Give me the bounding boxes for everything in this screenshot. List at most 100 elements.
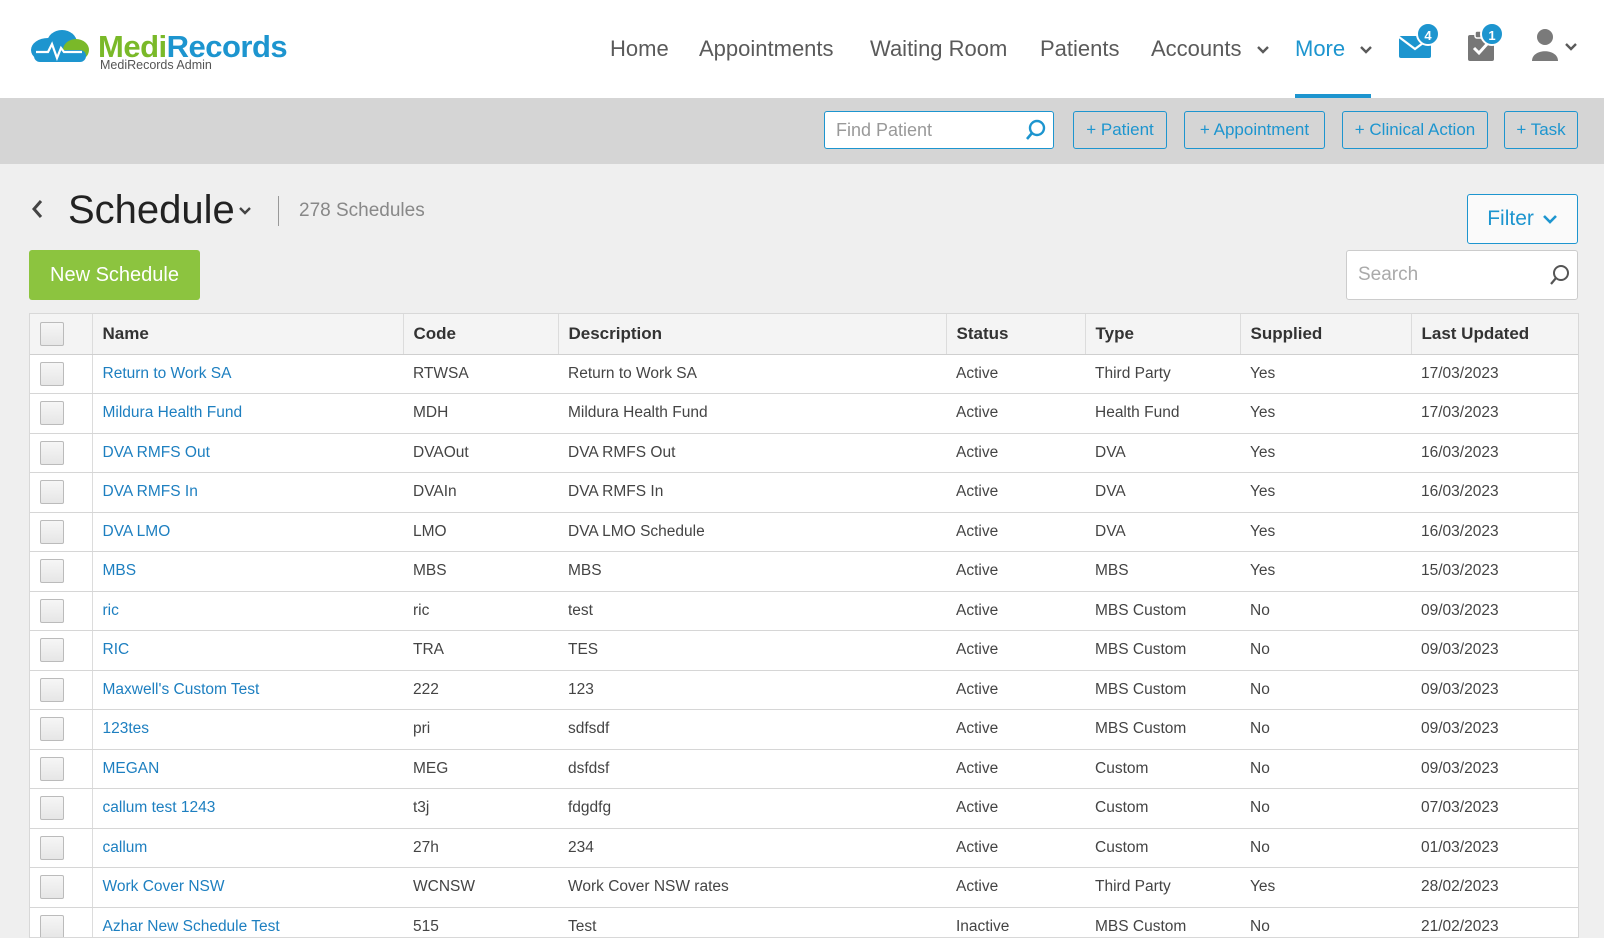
table-row[interactable]: Work Cover NSW WCNSW Work Cover NSW rates A…	[30, 867, 1578, 908]
cell-name[interactable]: Work Cover NSW	[92, 867, 403, 908]
cell-description: dsfdsf	[558, 749, 946, 789]
cell-status: Active	[946, 828, 1085, 868]
cell-name[interactable]: DVA RMFS Out	[92, 433, 403, 473]
filter-button[interactable]: Filter	[1467, 194, 1578, 244]
find-patient-input[interactable]	[825, 112, 1015, 148]
cell-type: Custom	[1085, 749, 1240, 789]
cell-name[interactable]: ric	[92, 591, 403, 631]
cell-name[interactable]: callum test 1243	[92, 788, 403, 829]
cell-supplied: Yes	[1240, 393, 1411, 434]
back-chevron-icon[interactable]	[30, 198, 44, 220]
row-checkbox[interactable]	[40, 717, 64, 742]
find-patient-box	[824, 111, 1054, 149]
cell-name[interactable]: RIC	[92, 630, 403, 671]
cell-name[interactable]: DVA RMFS In	[92, 472, 403, 513]
cell-status: Active	[946, 591, 1085, 631]
row-checkbox[interactable]	[40, 756, 64, 781]
table-row[interactable]: Maxwell's Custom Test 222 123 Active MBS Cus…	[30, 670, 1578, 710]
cell-code: TRA	[403, 630, 558, 671]
tasks-button[interactable]: 1	[1466, 22, 1504, 62]
table-row[interactable]: MEGAN MEG dsfdsf Active Custom No 09/03/2023	[30, 749, 1578, 789]
table-row[interactable]: Mildura Health Fund MDH Mildura Health Fun…	[30, 393, 1578, 434]
column-header-code[interactable]: Code	[403, 314, 559, 355]
add-patient-button[interactable]: + Patient	[1073, 111, 1167, 149]
column-header-status[interactable]: Status	[946, 314, 1086, 355]
cell-name[interactable]: MEGAN	[92, 749, 403, 789]
row-checkbox[interactable]	[40, 401, 64, 426]
user-menu-button[interactable]	[1530, 28, 1580, 62]
row-checkbox[interactable]	[40, 480, 64, 505]
cell-name[interactable]: Mildura Health Fund	[92, 393, 403, 434]
table-row[interactable]: callum 27h 234 Active Custom No 01/03/2023	[30, 828, 1578, 868]
select-all-checkbox[interactable]	[40, 321, 64, 346]
row-checkbox[interactable]	[40, 835, 64, 860]
cell-type: Custom	[1085, 828, 1240, 868]
cell-last-updated: 09/03/2023	[1411, 630, 1578, 671]
schedules-table: Name Code Description Status Type Suppli…	[29, 313, 1579, 938]
cell-last-updated: 21/02/2023	[1411, 907, 1578, 937]
row-checkbox[interactable]	[40, 519, 64, 544]
cell-last-updated: 17/03/2023	[1411, 393, 1578, 434]
cell-name[interactable]: Return to Work SA	[92, 354, 403, 394]
column-header-supplied[interactable]: Supplied	[1240, 314, 1412, 355]
row-checkbox[interactable]	[40, 598, 64, 623]
row-checkbox[interactable]	[40, 796, 64, 821]
cell-supplied: Yes	[1240, 354, 1411, 394]
table-header-row: Name Code Description Status Type Suppli…	[30, 314, 1578, 355]
cell-type: MBS Custom	[1085, 709, 1240, 750]
nav-waiting-room[interactable]: Waiting Room	[870, 34, 1007, 64]
search-icon[interactable]	[1549, 264, 1571, 286]
cell-name[interactable]: Azhar New Schedule Test	[92, 907, 403, 937]
cloud-heartbeat-icon	[31, 30, 89, 62]
column-header-last-updated[interactable]: Last Updated	[1411, 314, 1578, 355]
messages-button[interactable]: 4	[1398, 22, 1440, 62]
cell-name[interactable]: callum	[92, 828, 403, 868]
cell-description: DVA LMO Schedule	[558, 512, 946, 552]
add-task-button[interactable]: + Task	[1504, 111, 1578, 149]
chevron-down-icon[interactable]	[238, 206, 252, 216]
column-header-type[interactable]: Type	[1085, 314, 1241, 355]
add-clinical-action-button[interactable]: + Clinical Action	[1342, 111, 1488, 149]
nav-more[interactable]: More	[1295, 34, 1373, 64]
nav-accounts[interactable]: Accounts	[1151, 34, 1270, 64]
table-row[interactable]: MBS MBS MBS Active MBS Yes 15/03/2023	[30, 551, 1578, 592]
nav-patients[interactable]: Patients	[1040, 34, 1120, 64]
cell-name[interactable]: MBS	[92, 551, 403, 592]
cell-code: 27h	[403, 828, 558, 868]
cell-name[interactable]: DVA LMO	[92, 512, 403, 552]
search-icon[interactable]	[1025, 119, 1047, 141]
medirecords-logo[interactable]: MediRecords MediRecords Admin	[28, 26, 288, 76]
table-row[interactable]: callum test 1243 t3j fdgdfg Active Custom No 0…	[30, 788, 1578, 829]
nav-home[interactable]: Home	[610, 34, 669, 64]
cell-name[interactable]: 123tes	[92, 709, 403, 750]
table-row[interactable]: Return to Work SA RTWSA Return to Work SA A…	[30, 354, 1578, 394]
row-select-cell	[30, 907, 93, 937]
cell-status: Active	[946, 551, 1085, 592]
row-checkbox[interactable]	[40, 914, 64, 937]
column-header-name[interactable]: Name	[92, 314, 404, 355]
cell-description: Test	[558, 907, 946, 937]
row-checkbox[interactable]	[40, 440, 64, 465]
add-appointment-button[interactable]: + Appointment	[1184, 111, 1325, 149]
column-header-description[interactable]: Description	[558, 314, 947, 355]
table-row[interactable]: ric ric test Active MBS Custom No 09/03/2023	[30, 591, 1578, 631]
row-checkbox[interactable]	[40, 361, 64, 386]
row-checkbox[interactable]	[40, 559, 64, 584]
table-row[interactable]: DVA LMO LMO DVA LMO Schedule Active DVA Yes 16…	[30, 512, 1578, 552]
table-row[interactable]: DVA RMFS Out DVAOut DVA RMFS Out Active DVA Y…	[30, 433, 1578, 473]
table-row[interactable]: 123tes pri sdfsdf Active MBS Custom No 09/03/2…	[30, 709, 1578, 750]
cell-supplied: No	[1240, 788, 1411, 829]
cell-status: Active	[946, 749, 1085, 789]
row-checkbox[interactable]	[40, 677, 64, 702]
nav-appointments[interactable]: Appointments	[699, 34, 834, 64]
row-checkbox[interactable]	[40, 875, 64, 900]
row-select-cell	[30, 867, 93, 908]
new-schedule-button[interactable]: New Schedule	[29, 250, 200, 300]
cell-name[interactable]: Maxwell's Custom Test	[92, 670, 403, 710]
table-row[interactable]: DVA RMFS In DVAIn DVA RMFS In Active DVA Yes 1…	[30, 472, 1578, 513]
table-row[interactable]: RIC TRA TES Active MBS Custom No 09/03/2023	[30, 630, 1578, 671]
schedule-search-input[interactable]	[1347, 251, 1543, 299]
cell-description: sdfsdf	[558, 709, 946, 750]
row-checkbox[interactable]	[40, 638, 64, 663]
table-row[interactable]: Azhar New Schedule Test 515 Test Inactive MB…	[30, 907, 1578, 937]
